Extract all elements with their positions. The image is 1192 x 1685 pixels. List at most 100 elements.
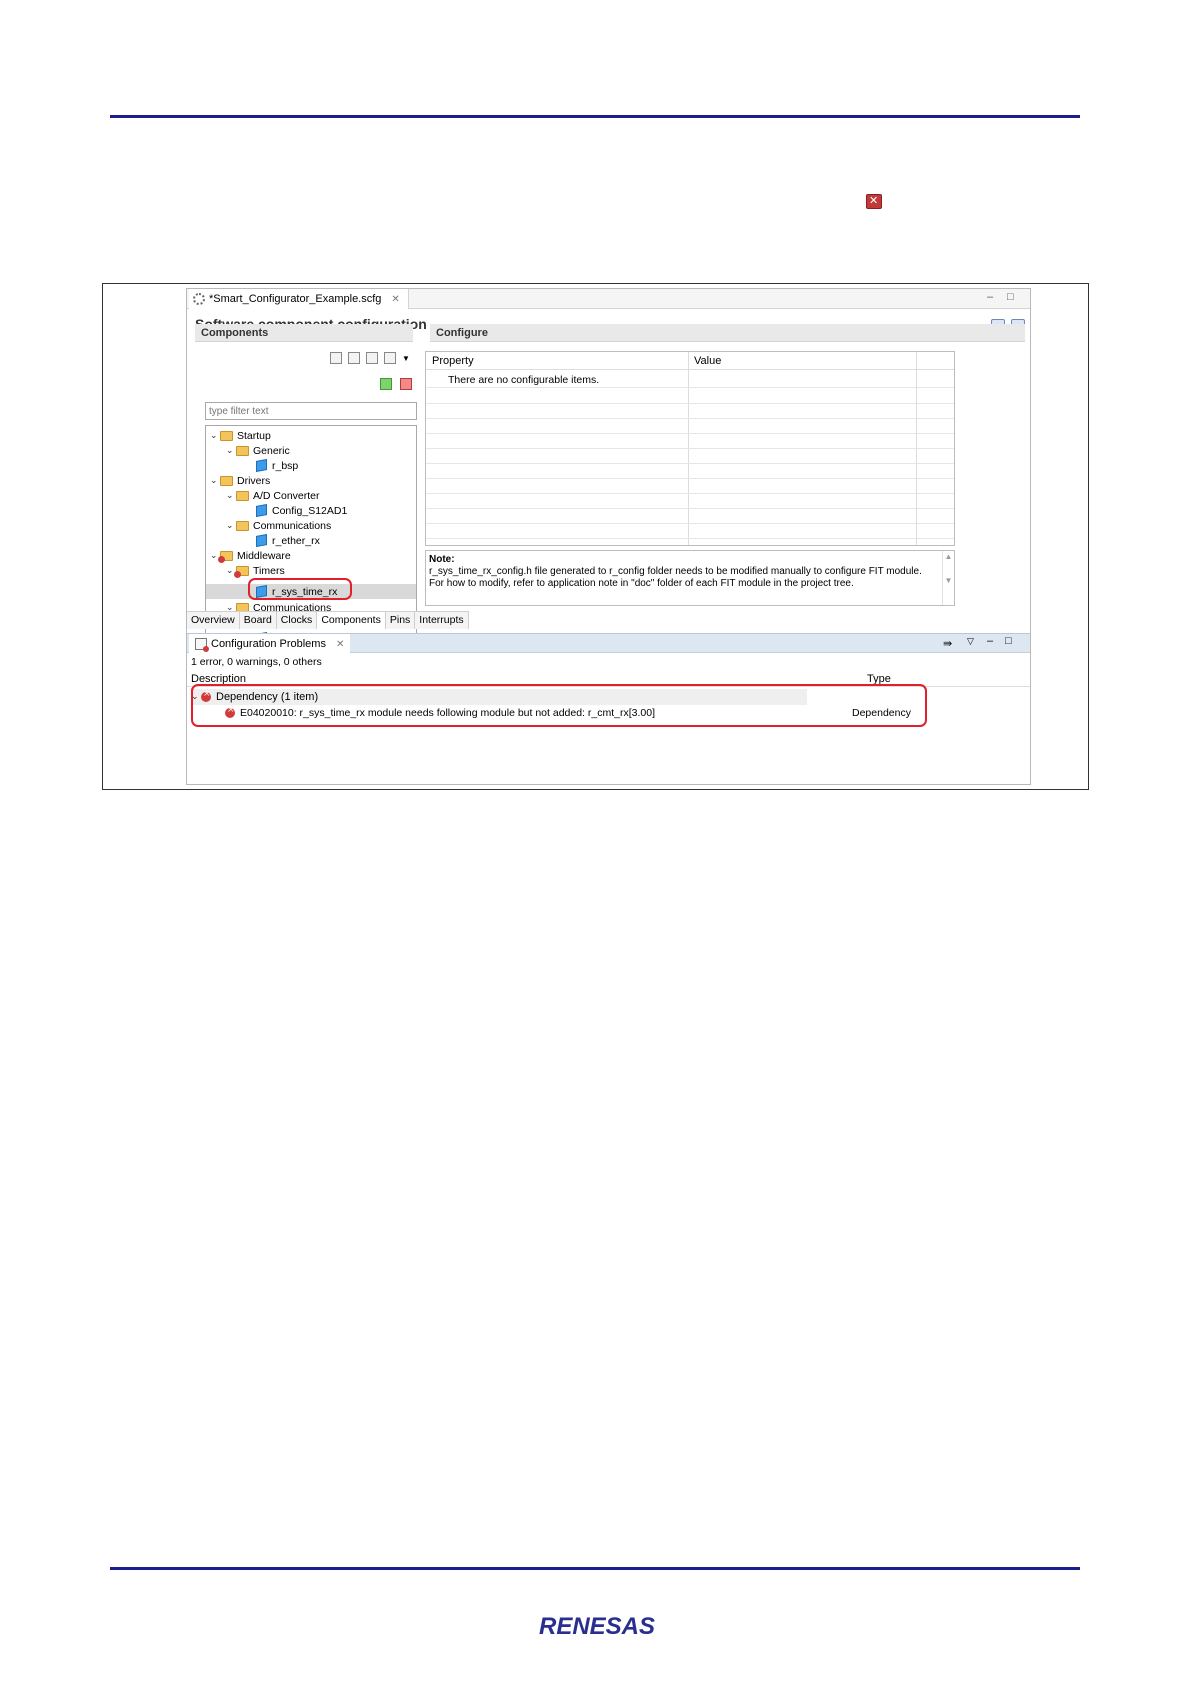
folder-icon <box>220 430 233 441</box>
empty-message: There are no configurable items. <box>448 374 600 386</box>
filter-input[interactable] <box>205 402 417 420</box>
chevron-down-icon[interactable]: ⌄ <box>226 491 236 501</box>
sort-icon[interactable] <box>330 352 342 364</box>
row-divider <box>426 463 954 464</box>
table-header: Property Value <box>426 352 954 370</box>
close-icon[interactable]: ✕ <box>336 639 344 650</box>
tab-components[interactable]: Components <box>317 612 386 629</box>
column-header-value: Value <box>694 355 722 367</box>
note-scrollbar[interactable]: ▲ ▼ <box>942 551 954 605</box>
configure-panel-header: Configure <box>430 324 1025 342</box>
component-actions <box>380 378 412 390</box>
note-box: Note: r_sys_time_rx_config.h file genera… <box>425 550 955 606</box>
note-line: r_sys_time_rx_config.h file generated to… <box>429 566 922 577</box>
tab-board[interactable]: Board <box>239 612 277 629</box>
chevron-down-icon[interactable]: ⌄ <box>210 431 220 441</box>
tree-item-label: Middleware <box>237 549 291 562</box>
tab-overview[interactable]: Overview <box>187 612 240 629</box>
tree-item-generic[interactable]: ⌄ Generic <box>226 443 290 458</box>
row-divider <box>426 508 954 509</box>
chevron-down-icon[interactable]: ⌄ <box>226 446 236 456</box>
folder-icon <box>236 520 249 531</box>
tree-item-drivers[interactable]: ⌄ Drivers <box>210 473 270 488</box>
tree-item-ad-converter[interactable]: ⌄ A/D Converter <box>226 488 320 503</box>
chevron-down-icon[interactable]: ⌄ <box>226 521 236 531</box>
view-menu-icon[interactable]: ⇛ <box>943 637 952 650</box>
maximize-icon[interactable]: □ <box>1005 635 1012 647</box>
chevron-down-icon[interactable]: ▽ <box>967 636 974 647</box>
tree-item-communications[interactable]: ⌄ Communications <box>226 518 331 533</box>
row-divider <box>426 448 954 449</box>
tree-item-label: r_bsp <box>272 459 299 472</box>
editor-page-tabs: Overview Board Clocks Components Pins In… <box>187 611 469 629</box>
row-divider <box>426 387 954 388</box>
component-icon <box>256 504 267 517</box>
problems-icon <box>195 638 209 652</box>
editor-tab[interactable]: *Smart_Configurator_Example.scfg ✕ <box>189 289 409 309</box>
tree-item-r-ether-rx[interactable]: r_ether_rx <box>256 533 320 548</box>
editor-tab-bar: *Smart_Configurator_Example.scfg ✕ – □ <box>187 289 1030 309</box>
tree-item-label: Communications <box>253 519 332 532</box>
folder-icon <box>220 475 233 486</box>
renesas-logo: RENESAS <box>539 1613 655 1640</box>
tree-item-config-s12ad1[interactable]: Config_S12AD1 <box>256 503 347 518</box>
tree-item-label: Timers <box>253 564 285 577</box>
problems-tab[interactable]: Configuration Problems ✕ <box>189 634 351 654</box>
tab-interrupts[interactable]: Interrupts <box>415 612 469 629</box>
component-icon <box>256 459 267 472</box>
folder-icon <box>236 490 249 501</box>
row-divider <box>426 433 954 434</box>
tree-item-startup[interactable]: ⌄ Startup <box>210 428 271 443</box>
smart-configurator-window: *Smart_Configurator_Example.scfg ✕ – □ S… <box>186 288 1031 785</box>
tab-clocks[interactable]: Clocks <box>276 612 318 629</box>
row-divider <box>426 523 954 524</box>
tree-item-label: Startup <box>237 429 271 442</box>
view-menu-icon[interactable] <box>384 352 396 364</box>
error-marker-icon <box>866 194 882 209</box>
tab-pins[interactable]: Pins <box>385 612 416 629</box>
folder-error-icon <box>218 550 233 563</box>
chevron-down-icon[interactable]: ⌄ <box>210 476 220 486</box>
row-divider <box>426 538 954 539</box>
collapse-all-icon[interactable] <box>348 352 360 364</box>
add-component-icon[interactable] <box>380 378 392 390</box>
maximize-icon[interactable]: □ <box>1007 291 1014 303</box>
tree-item-label: r_ether_rx <box>272 534 320 547</box>
tree-item-middleware[interactable]: ⌄ Middleware <box>210 548 291 563</box>
tree-item-timers[interactable]: ⌄ Timers <box>226 563 285 578</box>
component-icon <box>256 534 267 547</box>
chevron-down-icon[interactable]: ▼ <box>402 354 410 363</box>
expand-all-icon[interactable] <box>366 352 378 364</box>
row-divider <box>426 493 954 494</box>
components-panel-header: Components <box>195 324 413 342</box>
minimize-icon[interactable]: – <box>987 635 993 647</box>
tree-item-label: Config_S12AD1 <box>272 504 348 517</box>
close-icon[interactable]: ✕ <box>391 294 399 305</box>
tree-item-label: Drivers <box>237 474 271 487</box>
components-panel-title: Components <box>201 327 269 339</box>
property-table: Property Value There are no configurable… <box>425 351 955 546</box>
problems-summary: 1 error, 0 warnings, 0 others <box>191 656 322 668</box>
configure-panel-title: Configure <box>436 327 488 339</box>
problems-tab-title: Configuration Problems <box>211 638 326 650</box>
row-divider <box>426 403 954 404</box>
tree-item-r-bsp[interactable]: r_bsp <box>256 458 298 473</box>
highlight-box-problem <box>191 684 927 727</box>
column-header-property: Property <box>432 355 474 367</box>
note-title: Note: <box>429 554 455 565</box>
gear-icon <box>193 293 205 305</box>
header-rule <box>110 115 1080 118</box>
note-line: For how to modify, refer to application … <box>429 578 854 589</box>
minimize-icon[interactable]: – <box>987 291 993 303</box>
footer-rule <box>110 1567 1080 1570</box>
logo-text: RENESAS <box>539 1613 655 1640</box>
components-toolbar: ▼ <box>330 352 410 364</box>
highlight-box-selected-component <box>248 578 352 600</box>
tree-item-label: A/D Converter <box>253 489 320 502</box>
tree-item-label: Generic <box>253 444 290 457</box>
row-divider <box>426 478 954 479</box>
editor-tab-title: *Smart_Configurator_Example.scfg <box>209 293 382 305</box>
folder-error-icon <box>234 565 249 578</box>
row-divider <box>426 418 954 419</box>
remove-component-icon[interactable] <box>400 378 412 390</box>
